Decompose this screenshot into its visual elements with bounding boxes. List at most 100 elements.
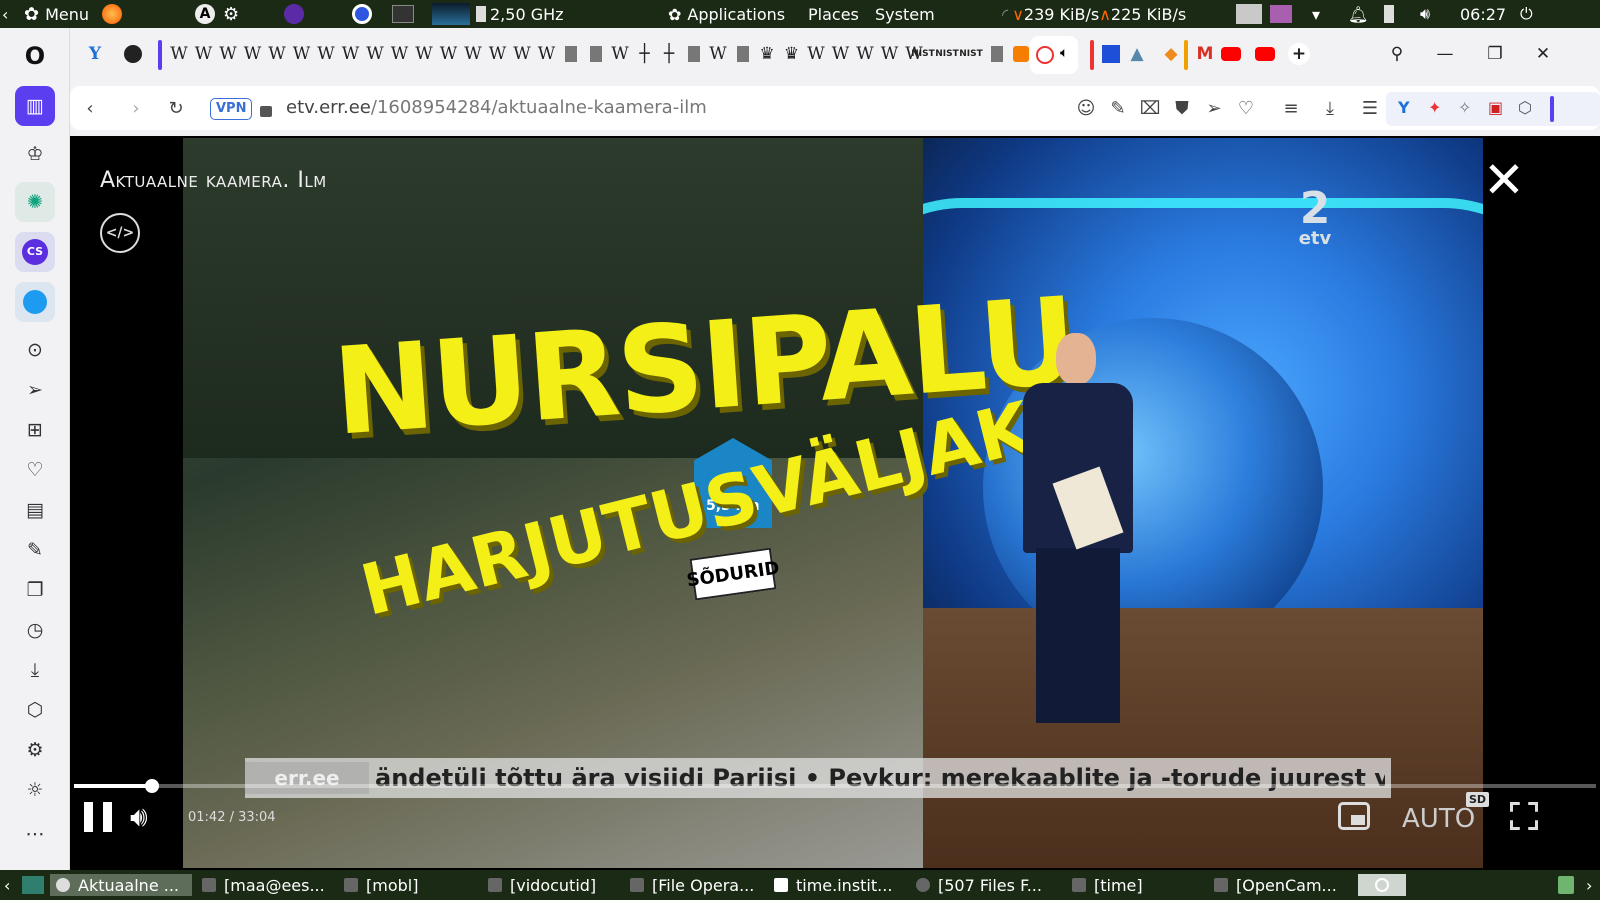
sidebar-item-send[interactable]: ➢ <box>15 374 55 406</box>
tab-wikipedia-13[interactable]: W <box>487 42 509 66</box>
system-menu[interactable]: System <box>875 0 935 28</box>
tray-battery[interactable] <box>1384 0 1394 28</box>
tab-wikipedia-2[interactable]: W <box>217 42 239 66</box>
tab-wikipedia-20[interactable]: ┼ <box>658 42 680 66</box>
bookmark-button[interactable]: ♡ <box>1234 96 1258 120</box>
sidebar-item-tips[interactable]: ☼ <box>15 774 55 806</box>
tab-wikipedia-25[interactable]: ♛ <box>781 42 803 66</box>
tab-wikipedia-14[interactable]: W <box>511 42 533 66</box>
window-minimize[interactable]: — <box>1434 42 1456 66</box>
tab-youtube-2[interactable] <box>1254 42 1276 66</box>
window-restore[interactable]: ❐ <box>1484 42 1506 66</box>
tab-wikipedia-19[interactable]: ┼ <box>634 42 656 66</box>
adblock-button[interactable]: ⛊ <box>1170 96 1194 120</box>
easy-setup-sliders[interactable]: ☰ <box>1358 96 1382 120</box>
tab-wikipedia-4[interactable]: W <box>266 42 288 66</box>
player-button[interactable]: ≡ <box>1276 96 1306 120</box>
snapshot-button[interactable]: ⌧ <box>1138 96 1162 120</box>
quality-button[interactable]: AUTO <box>1402 804 1475 834</box>
tab-wikipedia-24[interactable]: ♛ <box>756 42 778 66</box>
video-player[interactable]: 5,5 km SÕDURID NURSIPALU HARJUTUSVÄLJAK … <box>70 138 1596 868</box>
taskbar-item-5[interactable]: time.instit... <box>774 874 910 896</box>
tray-window[interactable] <box>1236 0 1262 28</box>
taskbar-scroll-left[interactable]: ‹ <box>4 874 10 896</box>
tab-pinned-1[interactable]: Y <box>84 42 106 66</box>
sidebar-item-tabs[interactable]: ❐ <box>15 574 55 606</box>
launcher-settings[interactable]: ⚙ <box>223 0 239 28</box>
tab-wikipedia-9[interactable]: W <box>389 42 411 66</box>
sidebar-item-twitter[interactable] <box>15 282 55 322</box>
places-menu[interactable]: Places <box>808 0 859 28</box>
taskbar-item-1[interactable]: [maa@ees... <box>202 874 338 896</box>
panel-scroll-left[interactable]: ‹ <box>2 0 8 28</box>
taskbar-item-6[interactable]: [507 Files F... <box>916 874 1062 896</box>
emoji-button[interactable]: ☺ <box>1074 96 1098 120</box>
menu-button[interactable]: ✿ Menu <box>24 0 89 28</box>
pause-button[interactable] <box>84 800 112 834</box>
panel-toggle[interactable] <box>1550 96 1554 122</box>
sidebar-more-button[interactable]: ⋯ <box>15 818 55 850</box>
reload-button[interactable]: ↻ <box>164 96 188 120</box>
taskbar-scroll-right[interactable]: › <box>1586 874 1592 896</box>
sidebar-item-bookmarks[interactable]: ♡ <box>15 454 55 486</box>
close-video-button[interactable]: ✕ <box>1482 155 1526 205</box>
taskbar-item-0[interactable]: Aktuaalne ... <box>50 874 192 896</box>
launcher-a[interactable]: A <box>195 0 215 28</box>
tab-triangle[interactable]: ▲ <box>1126 42 1148 66</box>
sidebar-item-settings[interactable]: ⚙ <box>15 734 55 766</box>
tab-doc[interactable] <box>986 42 1008 66</box>
tab-github[interactable] <box>122 42 144 66</box>
tab-fox[interactable]: ◆ <box>1160 42 1182 66</box>
active-tab[interactable]: 🔈︎ <box>1030 36 1078 74</box>
volume-button[interactable]: 🔊︎ <box>130 800 164 834</box>
sidebar-item-extensions[interactable]: ⬡ <box>15 694 55 726</box>
applications-menu[interactable]: ✿ Applications <box>668 0 785 28</box>
tab-wikipedia-16[interactable] <box>560 42 582 66</box>
tab-wikipedia-23[interactable] <box>732 42 754 66</box>
lock-icon-wrap[interactable] <box>254 96 278 120</box>
fullscreen-button[interactable] <box>1510 802 1538 830</box>
tab-wikipedia-29[interactable]: W <box>879 42 901 66</box>
tab-wikipedia-11[interactable]: W <box>438 42 460 66</box>
firefox-launcher[interactable] <box>102 0 122 28</box>
tab-nist-3[interactable]: NIST <box>959 42 983 66</box>
tab-wikipedia-1[interactable]: W <box>193 42 215 66</box>
sidebar-item-cs[interactable]: CS <box>15 232 55 272</box>
forward-button[interactable]: › <box>124 96 148 120</box>
tab-wikipedia-8[interactable]: W <box>364 42 386 66</box>
power-button[interactable]: ⏻ <box>1520 0 1533 28</box>
sidebar-item-history[interactable]: ◷ <box>15 614 55 646</box>
tab-search-button[interactable]: ⚲ <box>1386 42 1408 66</box>
easy-setup-button[interactable]: ✎ <box>1106 96 1130 120</box>
tab-wikipedia-18[interactable]: W <box>609 42 631 66</box>
show-desktop-button[interactable] <box>22 874 44 896</box>
tab-gmail[interactable]: M <box>1194 42 1216 66</box>
opera-menu-button[interactable]: O <box>15 40 55 72</box>
sidebar-item-downloads[interactable]: ⤓ <box>15 654 55 686</box>
tab-wikipedia-12[interactable]: W <box>462 42 484 66</box>
taskbar-item-3[interactable]: [vidocutid] <box>488 874 624 896</box>
tab-wikipedia-5[interactable]: W <box>291 42 313 66</box>
progress-knob[interactable] <box>144 779 159 793</box>
tab-wikipedia-28[interactable]: W <box>854 42 876 66</box>
progress-bar[interactable] <box>74 779 1596 793</box>
sidebar-item-crown[interactable]: ♔ <box>15 138 55 170</box>
trash-button[interactable] <box>1558 874 1574 896</box>
taskbar-item-7[interactable]: [time] <box>1072 874 1198 896</box>
tab-s-app[interactable] <box>1100 42 1122 66</box>
tab-wikipedia-0[interactable]: W <box>168 42 190 66</box>
taskbar-opera-thumb[interactable] <box>1358 874 1406 896</box>
tab-wikipedia-26[interactable]: W <box>805 42 827 66</box>
send-button[interactable]: ➢ <box>1202 96 1226 120</box>
tray-volume[interactable]: 🔊︎ <box>1420 0 1430 28</box>
color-picker-ext-icon[interactable]: ✦ <box>1428 98 1441 117</box>
sidebar-item-pinboards[interactable]: ▤ <box>15 494 55 526</box>
tab-nist-1[interactable]: NIST <box>911 42 935 66</box>
tab-wikipedia-27[interactable]: W <box>830 42 852 66</box>
tray-notifications[interactable]: 🔔︎ <box>1348 0 1368 28</box>
launcher-terminal[interactable] <box>392 0 414 28</box>
clipboard-ext-icon[interactable]: ▣ <box>1488 98 1503 117</box>
clock[interactable]: 06:27 <box>1460 0 1506 28</box>
embed-button[interactable]: </> <box>100 213 140 253</box>
back-button[interactable]: ‹ <box>78 96 102 120</box>
